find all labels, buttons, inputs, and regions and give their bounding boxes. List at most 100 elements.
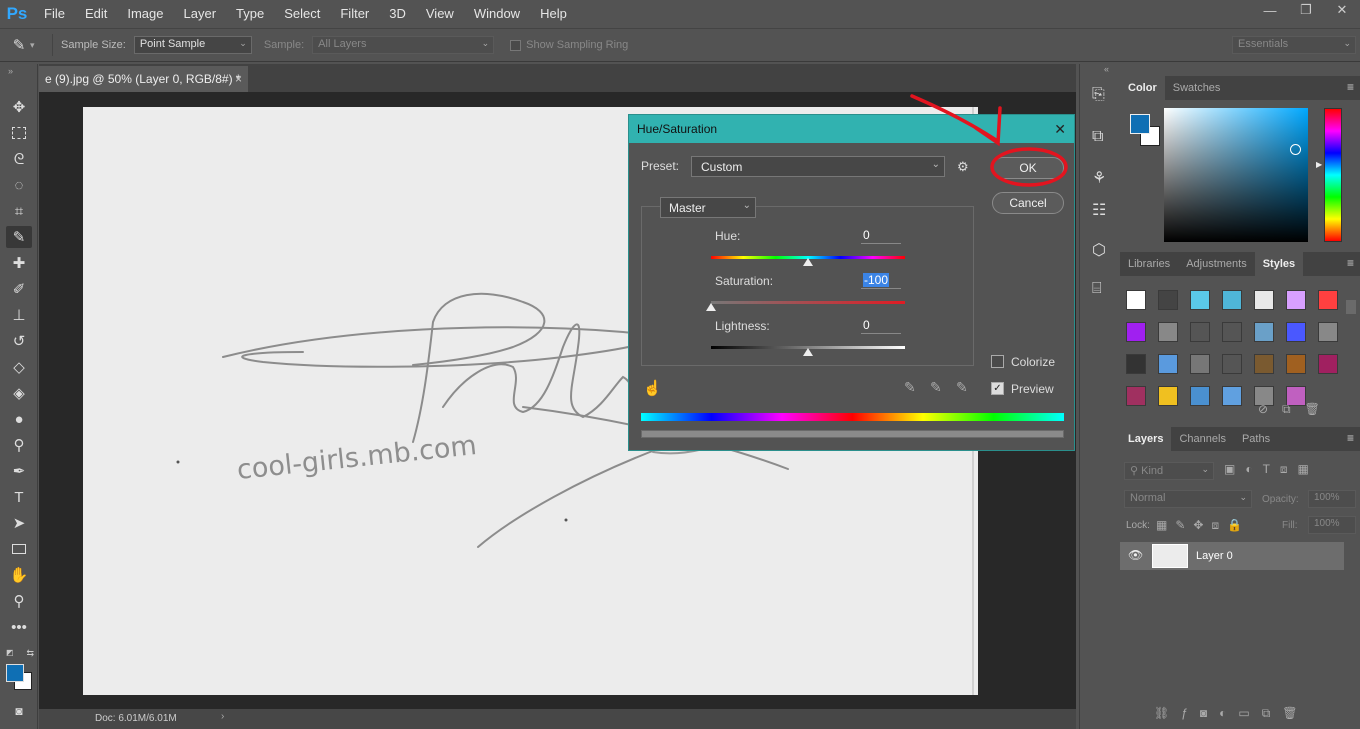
menu-help[interactable]: Help <box>530 0 577 28</box>
3d-panel-icon[interactable]: ⬡ <box>1092 240 1106 260</box>
styles-scrollbar[interactable] <box>1346 300 1356 314</box>
eyedropper-tool-icon[interactable]: ✎ <box>6 226 32 248</box>
expand-panels-icon[interactable]: « <box>1104 64 1109 74</box>
style-swatch[interactable] <box>1190 354 1210 374</box>
brush-tool-icon[interactable]: ✐ <box>6 278 32 300</box>
tab-swatches[interactable]: Swatches <box>1165 76 1229 100</box>
zoom-tool-icon[interactable]: ⚲ <box>6 590 32 612</box>
style-swatch[interactable] <box>1254 354 1274 374</box>
style-swatch[interactable] <box>1318 354 1338 374</box>
preview-checkbox[interactable]: ✓ <box>991 382 1004 395</box>
dodge-tool-icon[interactable]: ⚲ <box>6 434 32 456</box>
menu-view[interactable]: View <box>416 0 464 28</box>
sample-size-select[interactable]: Point Sample ⌄ <box>133 36 252 54</box>
style-swatch[interactable] <box>1158 386 1178 406</box>
style-swatch[interactable] <box>1222 386 1242 406</box>
type-tool-icon[interactable]: T <box>6 486 32 508</box>
tab-channels[interactable]: Channels <box>1171 427 1233 451</box>
blur-tool-icon[interactable]: ● <box>6 408 32 430</box>
status-menu-arrow-icon[interactable]: › <box>221 711 224 722</box>
lightness-value-field[interactable]: 0 <box>861 318 901 334</box>
saturation-value-field[interactable]: -100 <box>861 273 901 289</box>
restore-button[interactable]: ❐ <box>1288 0 1324 20</box>
style-swatch[interactable] <box>1222 354 1242 374</box>
move-tool-icon[interactable]: ✥ <box>6 96 32 118</box>
style-swatch[interactable] <box>1254 290 1274 310</box>
adjustments-panel-icon[interactable]: ⌸ <box>1092 280 1102 298</box>
color-swatches[interactable]: ◩ ⇆ <box>6 648 36 692</box>
style-swatch[interactable] <box>1190 290 1210 310</box>
tab-styles[interactable]: Styles <box>1254 252 1304 276</box>
pen-tool-icon[interactable]: ✒ <box>6 460 32 482</box>
close-window-button[interactable]: ✕ <box>1324 0 1360 20</box>
style-swatch[interactable] <box>1254 322 1274 342</box>
colorize-checkbox[interactable] <box>991 355 1004 368</box>
style-swatch[interactable] <box>1190 322 1210 342</box>
tab-color[interactable]: Color <box>1120 76 1165 100</box>
lasso-tool-icon[interactable]: ᘓ <box>6 148 32 170</box>
lightness-slider-thumb[interactable] <box>803 348 813 356</box>
layer-filter-icons[interactable]: ▣◐T⧈▦ <box>1224 462 1319 477</box>
history-panel-icon[interactable]: ⎘ <box>1092 86 1105 104</box>
style-swatch[interactable] <box>1318 290 1338 310</box>
menu-image[interactable]: Image <box>117 0 173 28</box>
rectangle-tool-icon[interactable] <box>6 538 32 560</box>
more-tools-icon[interactable]: ••• <box>6 616 32 638</box>
chevron-down-icon[interactable]: ▾ <box>30 40 44 51</box>
document-tab[interactable]: e (9).jpg @ 50% (Layer 0, RGB/8#) * × <box>39 66 248 92</box>
marquee-tool-icon[interactable] <box>6 122 32 144</box>
menu-window[interactable]: Window <box>464 0 530 28</box>
eyedropper-icon[interactable]: ✎ <box>904 379 916 396</box>
blend-mode-select[interactable]: Normal ⌄ <box>1124 490 1252 508</box>
style-swatch[interactable] <box>1158 354 1178 374</box>
targeted-adjustment-hand-icon[interactable]: ☝ <box>643 379 662 397</box>
panel-menu-icon[interactable]: ≡ <box>1347 80 1354 94</box>
tab-paths[interactable]: Paths <box>1234 427 1278 451</box>
foreground-color-swatch[interactable] <box>1130 114 1150 134</box>
layer-kind-filter[interactable]: ⚲ Kind ⌄ <box>1124 462 1214 480</box>
style-swatch[interactable] <box>1158 322 1178 342</box>
sampling-ring-checkbox[interactable] <box>510 39 522 51</box>
history-brush-tool-icon[interactable]: ↺ <box>6 330 32 352</box>
hand-tool-icon[interactable]: ✋ <box>6 564 32 586</box>
add-to-sample-eyedropper-icon[interactable]: ✎ <box>930 379 942 396</box>
style-swatch[interactable] <box>1286 290 1306 310</box>
eraser-tool-icon[interactable]: ◇ <box>6 356 32 378</box>
style-swatch[interactable] <box>1126 290 1146 310</box>
color-panel-swatches[interactable] <box>1128 114 1162 148</box>
style-swatch[interactable] <box>1190 386 1210 406</box>
properties-panel-icon[interactable]: ⧉ <box>1092 128 1103 146</box>
collapse-icon[interactable]: » <box>8 66 13 76</box>
lock-icons[interactable]: ▦✎✥⧈🔒 <box>1156 518 1250 533</box>
style-swatch[interactable] <box>1126 322 1146 342</box>
quick-mask-icon[interactable]: ◙ <box>6 700 32 722</box>
opacity-field[interactable]: 100% <box>1308 490 1356 508</box>
hue-slider-thumb[interactable] <box>803 258 813 266</box>
workspace-select[interactable]: Essentials ⌄ <box>1232 36 1356 54</box>
tab-libraries[interactable]: Libraries <box>1120 252 1178 276</box>
stamp-tool-icon[interactable]: ⊥ <box>6 304 32 326</box>
brush-presets-icon[interactable]: ⚘ <box>1092 168 1106 188</box>
healing-brush-tool-icon[interactable]: ✚ <box>6 252 32 274</box>
fill-field[interactable]: 100% <box>1308 516 1356 534</box>
hue-slider[interactable] <box>1324 108 1342 242</box>
default-colors-icon[interactable]: ◩ <box>6 648 14 657</box>
eye-icon[interactable]: 👁 <box>1128 548 1143 562</box>
saturation-slider-thumb[interactable] <box>706 303 716 311</box>
menu-3d[interactable]: 3D <box>379 0 416 28</box>
sample-select[interactable]: All Layers ⌄ <box>312 36 495 54</box>
saturation-slider-track[interactable] <box>711 301 905 304</box>
style-swatch[interactable] <box>1126 354 1146 374</box>
layer-row[interactable]: 👁 Layer 0 <box>1120 542 1344 570</box>
quick-selection-tool-icon[interactable]: ◌ <box>6 174 32 196</box>
panel-menu-icon[interactable]: ≡ <box>1347 431 1354 445</box>
paint-bucket-tool-icon[interactable]: ◈ <box>6 382 32 404</box>
style-swatch[interactable] <box>1286 354 1306 374</box>
swap-colors-icon[interactable]: ⇆ <box>26 648 34 659</box>
channel-select[interactable]: Master ⌄ <box>660 197 756 218</box>
style-swatch[interactable] <box>1222 322 1242 342</box>
path-selection-tool-icon[interactable]: ➤ <box>6 512 32 534</box>
brush-settings-icon[interactable]: ☷ <box>1092 200 1106 220</box>
tab-adjustments[interactable]: Adjustments <box>1178 252 1255 276</box>
document-tab-close-icon[interactable]: × <box>235 66 242 92</box>
